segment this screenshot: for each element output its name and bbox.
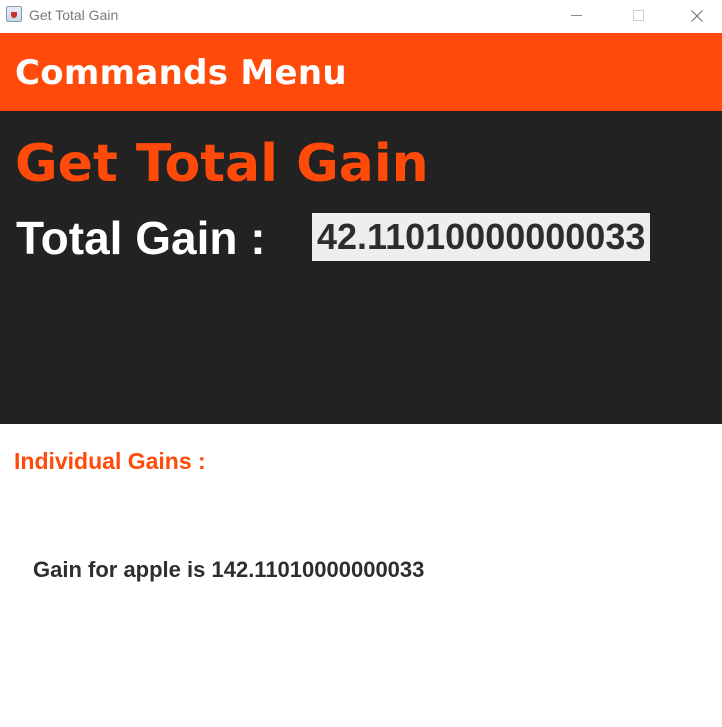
commands-menu-header[interactable]: Commands Menu <box>0 33 722 111</box>
maximize-icon <box>632 10 644 21</box>
total-gain-value: 42.11010000000033 <box>312 213 651 261</box>
total-gain-label: Total Gain : <box>16 212 266 264</box>
page-heading: Get Total Gain <box>15 134 429 194</box>
gain-list-item: Gain for apple is 142.11010000000033 <box>33 557 425 582</box>
minimize-icon <box>570 15 582 16</box>
maximize-button[interactable] <box>615 0 661 31</box>
minimize-button[interactable] <box>553 0 599 31</box>
title-bar[interactable]: Get Total Gain <box>0 0 722 31</box>
individual-gains-heading: Individual Gains : <box>14 448 206 474</box>
close-icon <box>691 9 703 22</box>
java-app-icon <box>6 6 22 22</box>
close-button[interactable] <box>674 0 720 31</box>
individual-gains-list: Gain for apple is 142.11010000000033 <box>33 557 424 583</box>
commands-menu-title[interactable]: Commands Menu <box>15 53 347 93</box>
app-window: Get Total Gain Commands Menu Get Total G… <box>0 0 722 727</box>
total-gain-panel: Get Total Gain Total Gain : 42.110100000… <box>0 111 722 424</box>
window-title: Get Total Gain <box>29 7 119 23</box>
